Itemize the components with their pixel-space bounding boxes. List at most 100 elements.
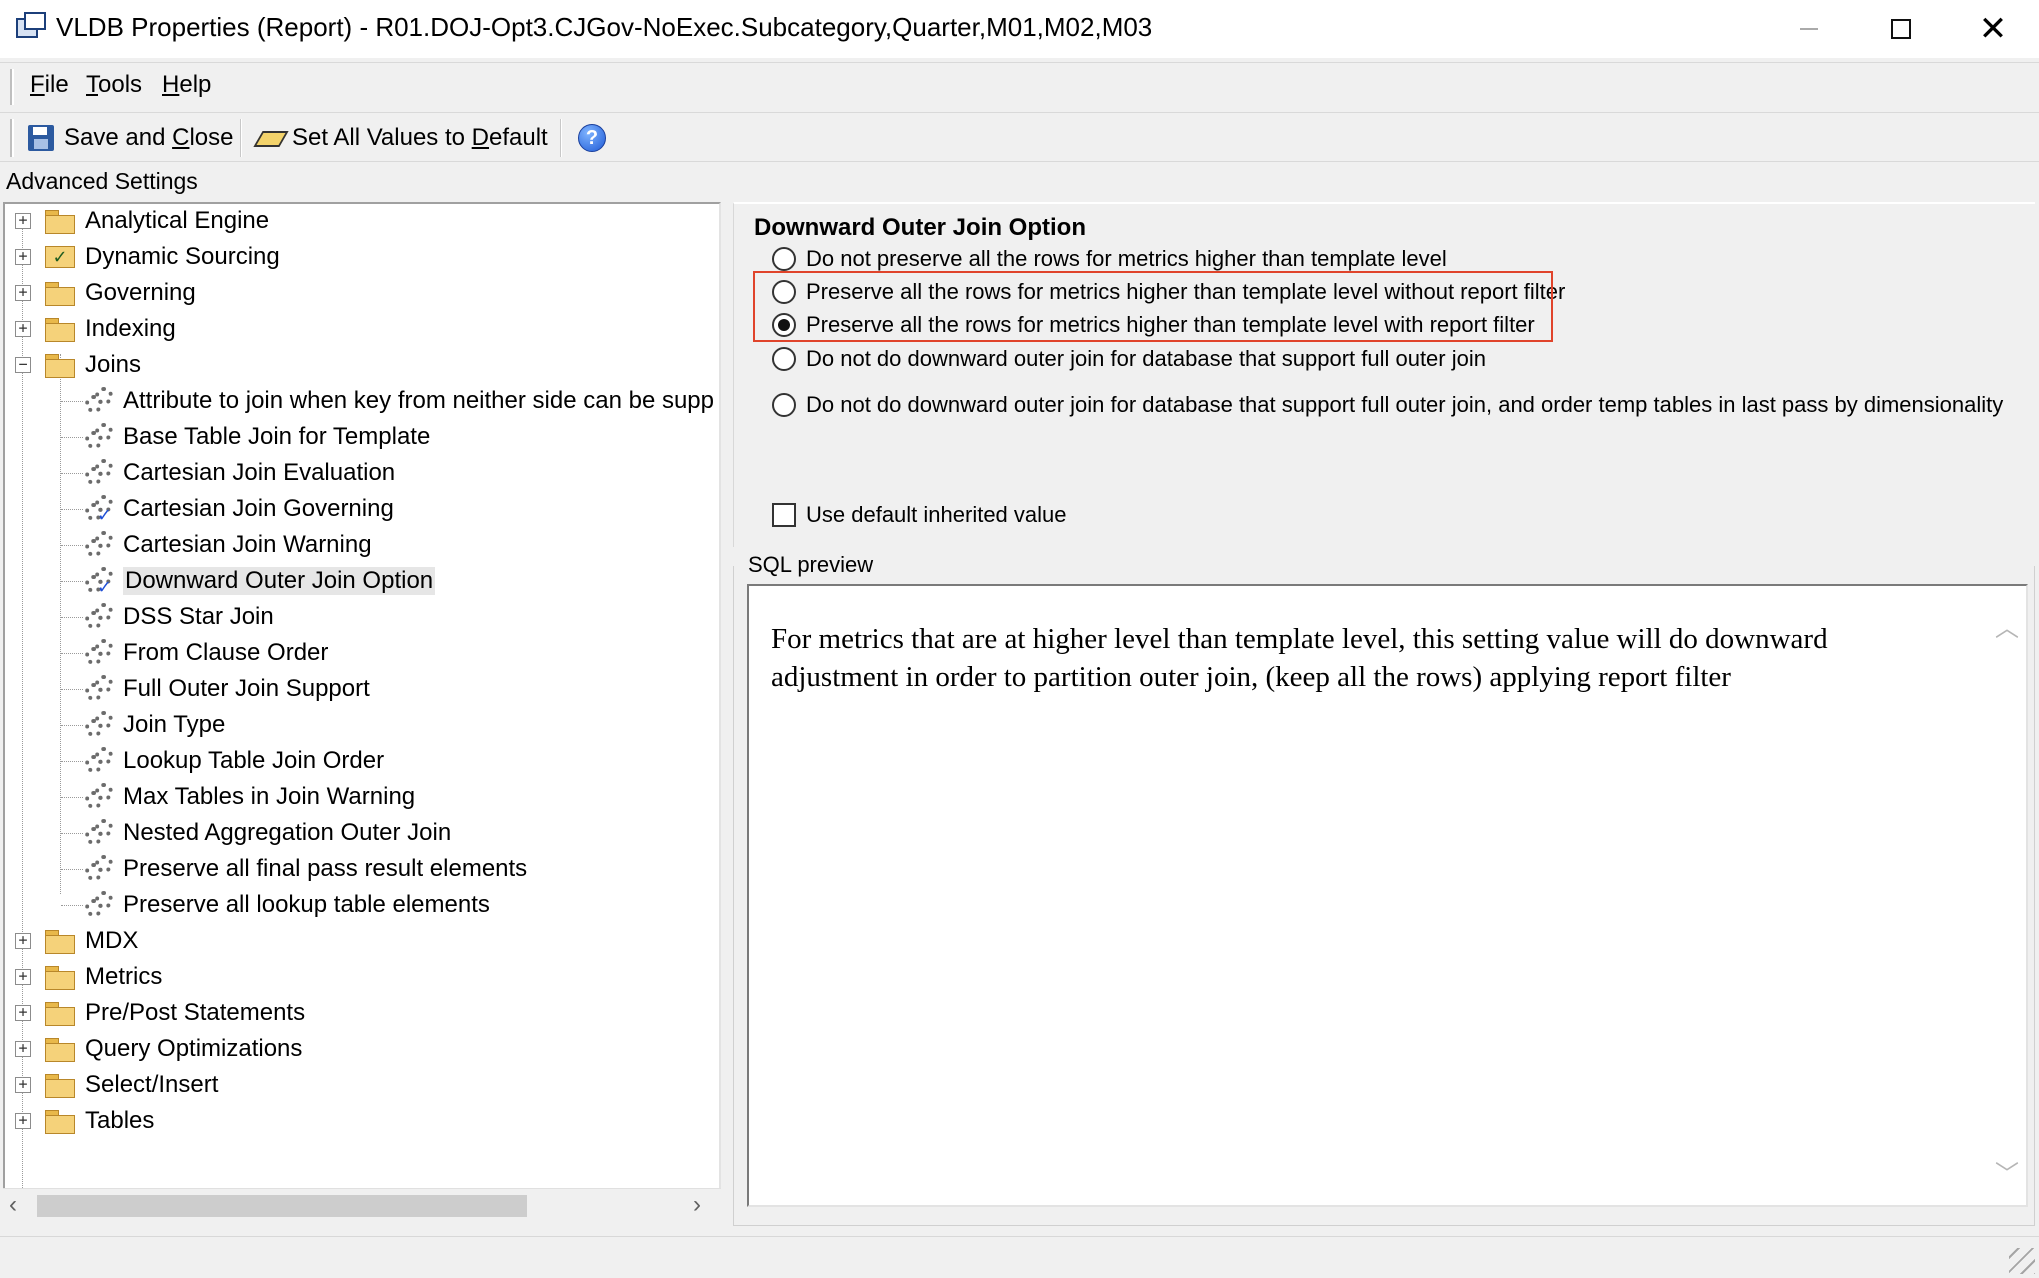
tree-connector	[61, 905, 83, 906]
tree-item-folder[interactable]: + Query Optimizations	[5, 1032, 302, 1066]
settings-tree[interactable]: + Analytical Engine + ✓ Dynamic Sourcing…	[3, 202, 721, 1222]
save-and-close-button[interactable]: Save and Close	[28, 119, 233, 157]
option-title: Downward Outer Join Option	[754, 214, 1086, 241]
setting-gear-icon	[85, 603, 113, 631]
tree-item-join-setting[interactable]: Lookup Table Join Order	[5, 744, 384, 778]
tree-item-join-setting[interactable]: ✓ Cartesian Join Governing	[5, 492, 394, 526]
tree-connector	[61, 509, 83, 510]
expand-icon[interactable]: +	[15, 933, 31, 949]
folder-icon	[45, 210, 75, 234]
expand-icon[interactable]: +	[15, 1041, 31, 1057]
tree-item-join-setting[interactable]: Cartesian Join Warning	[5, 528, 372, 562]
tree-item-folder[interactable]: + Tables	[5, 1104, 154, 1138]
tree-item-join-setting[interactable]: DSS Star Join	[5, 600, 274, 634]
option-label: Do not preserve all the rows for metrics…	[806, 246, 1447, 271]
close-button[interactable]: ✕	[1947, 0, 2039, 58]
tree-item-governing[interactable]: + Governing	[5, 276, 196, 310]
expand-icon[interactable]: +	[15, 321, 31, 337]
maximize-button[interactable]	[1855, 0, 1947, 58]
tree-horizontal-scrollbar[interactable]: ‹ ›	[3, 1188, 721, 1222]
expand-icon[interactable]: +	[15, 249, 31, 265]
setting-gear-icon	[85, 891, 113, 919]
tree-item-folder[interactable]: + MDX	[5, 924, 138, 958]
menu-file[interactable]: File	[30, 71, 69, 99]
option-radio-0[interactable]: Do not preserve all the rows for metrics…	[772, 246, 1447, 272]
tree-item-join-setting[interactable]: From Clause Order	[5, 636, 328, 670]
tree-item-dynamic-sourcing[interactable]: + ✓ Dynamic Sourcing	[5, 240, 280, 274]
scroll-down-icon[interactable]: ﹀	[1995, 1154, 2019, 1189]
scrollbar-thumb[interactable]	[37, 1195, 527, 1217]
tree-connector	[61, 869, 83, 870]
option-panel: Downward Outer Join Option Do not preser…	[733, 202, 2035, 547]
tree-item-join-setting[interactable]: Cartesian Join Evaluation	[5, 456, 395, 490]
tree-item-join-setting[interactable]: Join Type	[5, 708, 225, 742]
expand-icon[interactable]: +	[15, 1077, 31, 1093]
expand-icon[interactable]: +	[15, 1113, 31, 1129]
scroll-right-icon[interactable]: ›	[693, 1191, 701, 1219]
tree-item-join-setting[interactable]: Preserve all lookup table elements	[5, 888, 490, 922]
tree-item-label: Governing	[85, 279, 196, 306]
window-title: VLDB Properties (Report) - R01.DOJ-Opt3.…	[56, 12, 1153, 42]
tree-item-joins[interactable]: − Joins	[5, 348, 141, 382]
setting-gear-icon	[85, 639, 113, 667]
toolbar-separator	[240, 119, 242, 157]
menu-tools[interactable]: Tools	[86, 71, 142, 99]
save-icon	[28, 125, 54, 151]
setting-gear-icon	[85, 783, 113, 811]
folder-icon	[45, 930, 75, 954]
tree-item-label: Attribute to join when key from neither …	[123, 387, 714, 414]
folder-icon	[45, 1110, 75, 1134]
tree-item-analytical-engine[interactable]: + Analytical Engine	[5, 204, 269, 238]
menu-help[interactable]: Help	[162, 71, 211, 99]
tree-item-folder[interactable]: + Select/Insert	[5, 1068, 218, 1102]
expand-icon[interactable]: +	[15, 213, 31, 229]
radio-button[interactable]	[772, 247, 796, 271]
tree-item-join-setting[interactable]: Max Tables in Join Warning	[5, 780, 415, 814]
scroll-up-icon[interactable]: ︿	[1995, 608, 2019, 643]
menubar-grip	[10, 69, 14, 105]
tree-item-join-setting[interactable]: Nested Aggregation Outer Join	[5, 816, 451, 850]
sql-preview-label: SQL preview	[748, 552, 874, 577]
expand-icon[interactable]: +	[15, 1005, 31, 1021]
sql-preview-box[interactable]: For metrics that are at higher level tha…	[747, 584, 2028, 1207]
set-all-default-label: Set All Values to Default	[292, 124, 548, 151]
setting-gear-icon	[85, 855, 113, 883]
eraser-icon	[256, 127, 282, 149]
tree-item-indexing[interactable]: + Indexing	[5, 312, 176, 346]
set-all-default-button[interactable]: Set All Values to Default	[256, 119, 548, 157]
option-radio-4[interactable]: Do not do downward outer join for databa…	[772, 392, 2003, 418]
tree-item-label: Indexing	[85, 315, 176, 342]
maximize-icon	[1891, 19, 1911, 39]
radio-button[interactable]	[772, 347, 796, 371]
tree-item-label: DSS Star Join	[123, 603, 274, 630]
expand-icon[interactable]: +	[15, 969, 31, 985]
tree-connector	[61, 653, 83, 654]
option-radio-3[interactable]: Do not do downward outer join for databa…	[772, 346, 1486, 372]
tree-item-label: Pre/Post Statements	[85, 999, 306, 1026]
tree-item-folder[interactable]: + Pre/Post Statements	[5, 996, 305, 1030]
tree-item-folder[interactable]: + Metrics	[5, 960, 162, 994]
folder-icon	[45, 1038, 75, 1062]
toolbar-grip	[10, 119, 14, 157]
resize-grip-icon[interactable]	[2009, 1248, 2035, 1274]
use-default-checkbox[interactable]	[772, 503, 796, 527]
tree-item-label: Analytical Engine	[85, 207, 270, 234]
scroll-left-icon[interactable]: ‹	[9, 1191, 17, 1219]
tree-item-join-setting[interactable]: Full Outer Join Support	[5, 672, 370, 706]
collapse-icon[interactable]: −	[15, 357, 31, 373]
expand-icon[interactable]: +	[15, 285, 31, 301]
checked-folder-icon: ✓	[45, 246, 75, 268]
minimize-button[interactable]	[1763, 0, 1855, 58]
folder-icon	[45, 318, 75, 342]
tree-item-join-setting[interactable]: Attribute to join when key from neither …	[5, 384, 714, 418]
tree-item-label: Joins	[85, 351, 142, 378]
app-icon	[16, 12, 46, 40]
toolbar-separator	[560, 119, 562, 157]
radio-button[interactable]	[772, 393, 796, 417]
use-default-checkbox-row[interactable]: Use default inherited value	[772, 502, 1067, 528]
tree-item-join-setting[interactable]: Preserve all final pass result elements	[5, 852, 527, 886]
tree-item-join-setting[interactable]: ✓ Downward Outer Join Option	[5, 564, 436, 598]
tree-item-join-setting[interactable]: Base Table Join for Template	[5, 420, 430, 454]
folder-icon	[45, 282, 75, 306]
help-button[interactable]: ?	[578, 119, 606, 157]
